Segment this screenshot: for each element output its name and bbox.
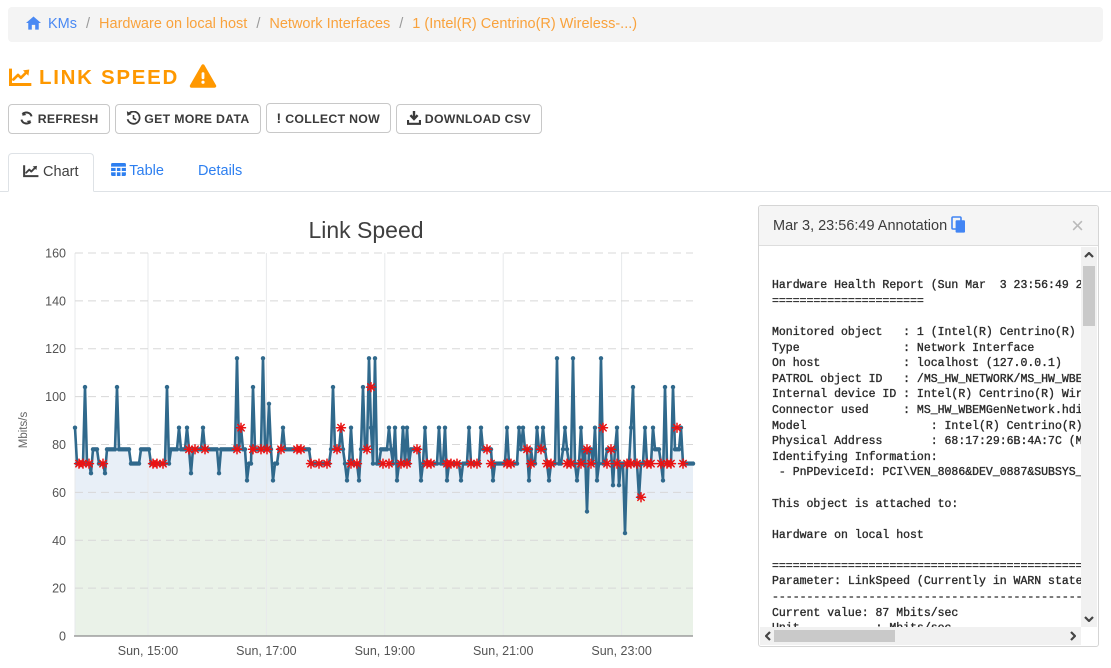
svg-text:Mbits/s: Mbits/s [18,412,30,449]
svg-text:40: 40 [52,534,66,548]
svg-text:20: 20 [52,582,66,596]
svg-text:100: 100 [45,390,66,404]
svg-text:Sun, 17:00: Sun, 17:00 [236,644,297,658]
svg-text:Link Speed: Link Speed [308,217,423,243]
svg-text:120: 120 [45,342,66,356]
svg-text:Sun, 21:00: Sun, 21:00 [473,644,534,658]
svg-text:140: 140 [45,294,66,308]
svg-text:Sun, 19:00: Sun, 19:00 [355,644,416,658]
svg-text:Sun, 15:00: Sun, 15:00 [118,644,179,658]
svg-text:160: 160 [45,247,66,261]
svg-text:Sun, 23:00: Sun, 23:00 [591,644,652,658]
svg-text:80: 80 [52,438,66,452]
svg-text:60: 60 [52,486,66,500]
svg-text:0: 0 [59,630,66,644]
